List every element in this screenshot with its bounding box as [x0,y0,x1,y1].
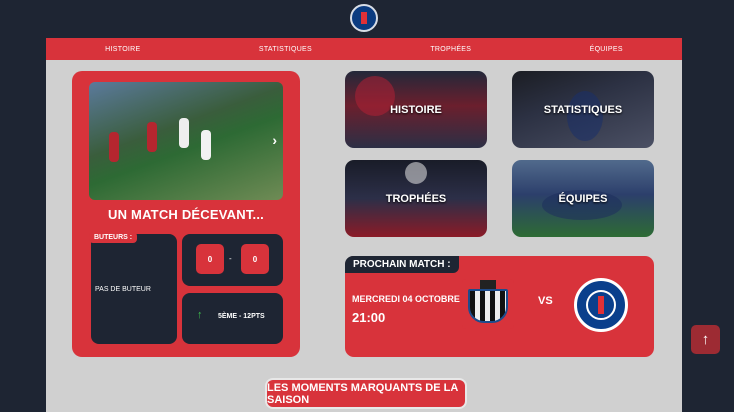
score-panel: 0 - 0 [182,234,283,286]
match-photo-carousel: › [89,82,283,200]
score-home: 0 [196,244,224,274]
last-match-title: UN MATCH DÉCEVANT... [108,207,264,222]
next-match-time: 21:00 [352,310,386,325]
decor-shape [405,162,427,184]
player-figure [201,130,211,160]
crest-inner [586,290,616,320]
arrow-up-icon: ↑ [197,309,203,321]
chevron-right-icon[interactable]: › [272,132,277,148]
nav-histoire[interactable]: HISTOIRE [105,46,140,53]
decor-shape [355,76,395,116]
scorers-panel: BUTEURS : PAS DE BUTEUR [89,232,177,344]
tile-equipes[interactable]: ÉQUIPES [512,160,654,237]
scorers-label: BUTEURS : [89,232,138,243]
tile-histoire[interactable]: HISTOIRE [345,71,487,148]
ranking-text: 5ÈME - 12PTS [218,313,265,320]
crest-tower [598,296,604,314]
crest-shield [468,289,508,323]
tile-statistiques-label: STATISTIQUES [543,103,623,116]
tile-trophees[interactable]: TROPHÉES [345,160,487,237]
club-logo[interactable] [350,4,378,32]
player-figure [109,132,119,162]
newcastle-crest-icon [462,279,514,329]
nav-equipes[interactable]: ÉQUIPES [590,46,623,53]
nav-trophees[interactable]: TROPHÉES [430,46,471,53]
score-away: 0 [241,244,269,274]
tile-equipes-label: ÉQUIPES [558,192,608,205]
season-moments-button[interactable]: LES MOMENTS MARQUANTS DE LA SAISON [267,380,465,407]
nav-statistiques[interactable]: STATISTIQUES [259,46,312,53]
arrow-up-icon: ↑ [701,331,710,348]
next-match-label: PROCHAIN MATCH : [345,256,459,273]
player-figure [179,118,189,148]
decor-shape [567,91,603,141]
top-bar [0,0,734,38]
psg-crest-icon [574,278,628,332]
tile-histoire-label: HISTOIRE [390,103,442,116]
score-separator: - [229,254,232,263]
main-nav: HISTOIRE STATISTIQUES TROPHÉES ÉQUIPES [46,38,682,60]
versus-label: VS [538,295,553,307]
tile-statistiques[interactable]: STATISTIQUES [512,71,654,148]
logo-tower-icon [361,12,367,24]
player-figure [147,122,157,152]
ranking-panel: ↑ 5ÈME - 12PTS [182,293,283,344]
scorers-text: PAS DE BUTEUR [95,286,151,293]
tile-trophees-label: TROPHÉES [385,192,447,205]
next-match-date: MERCREDI 04 OCTOBRE [352,294,460,304]
scroll-to-top-button[interactable]: ↑ [691,325,720,354]
